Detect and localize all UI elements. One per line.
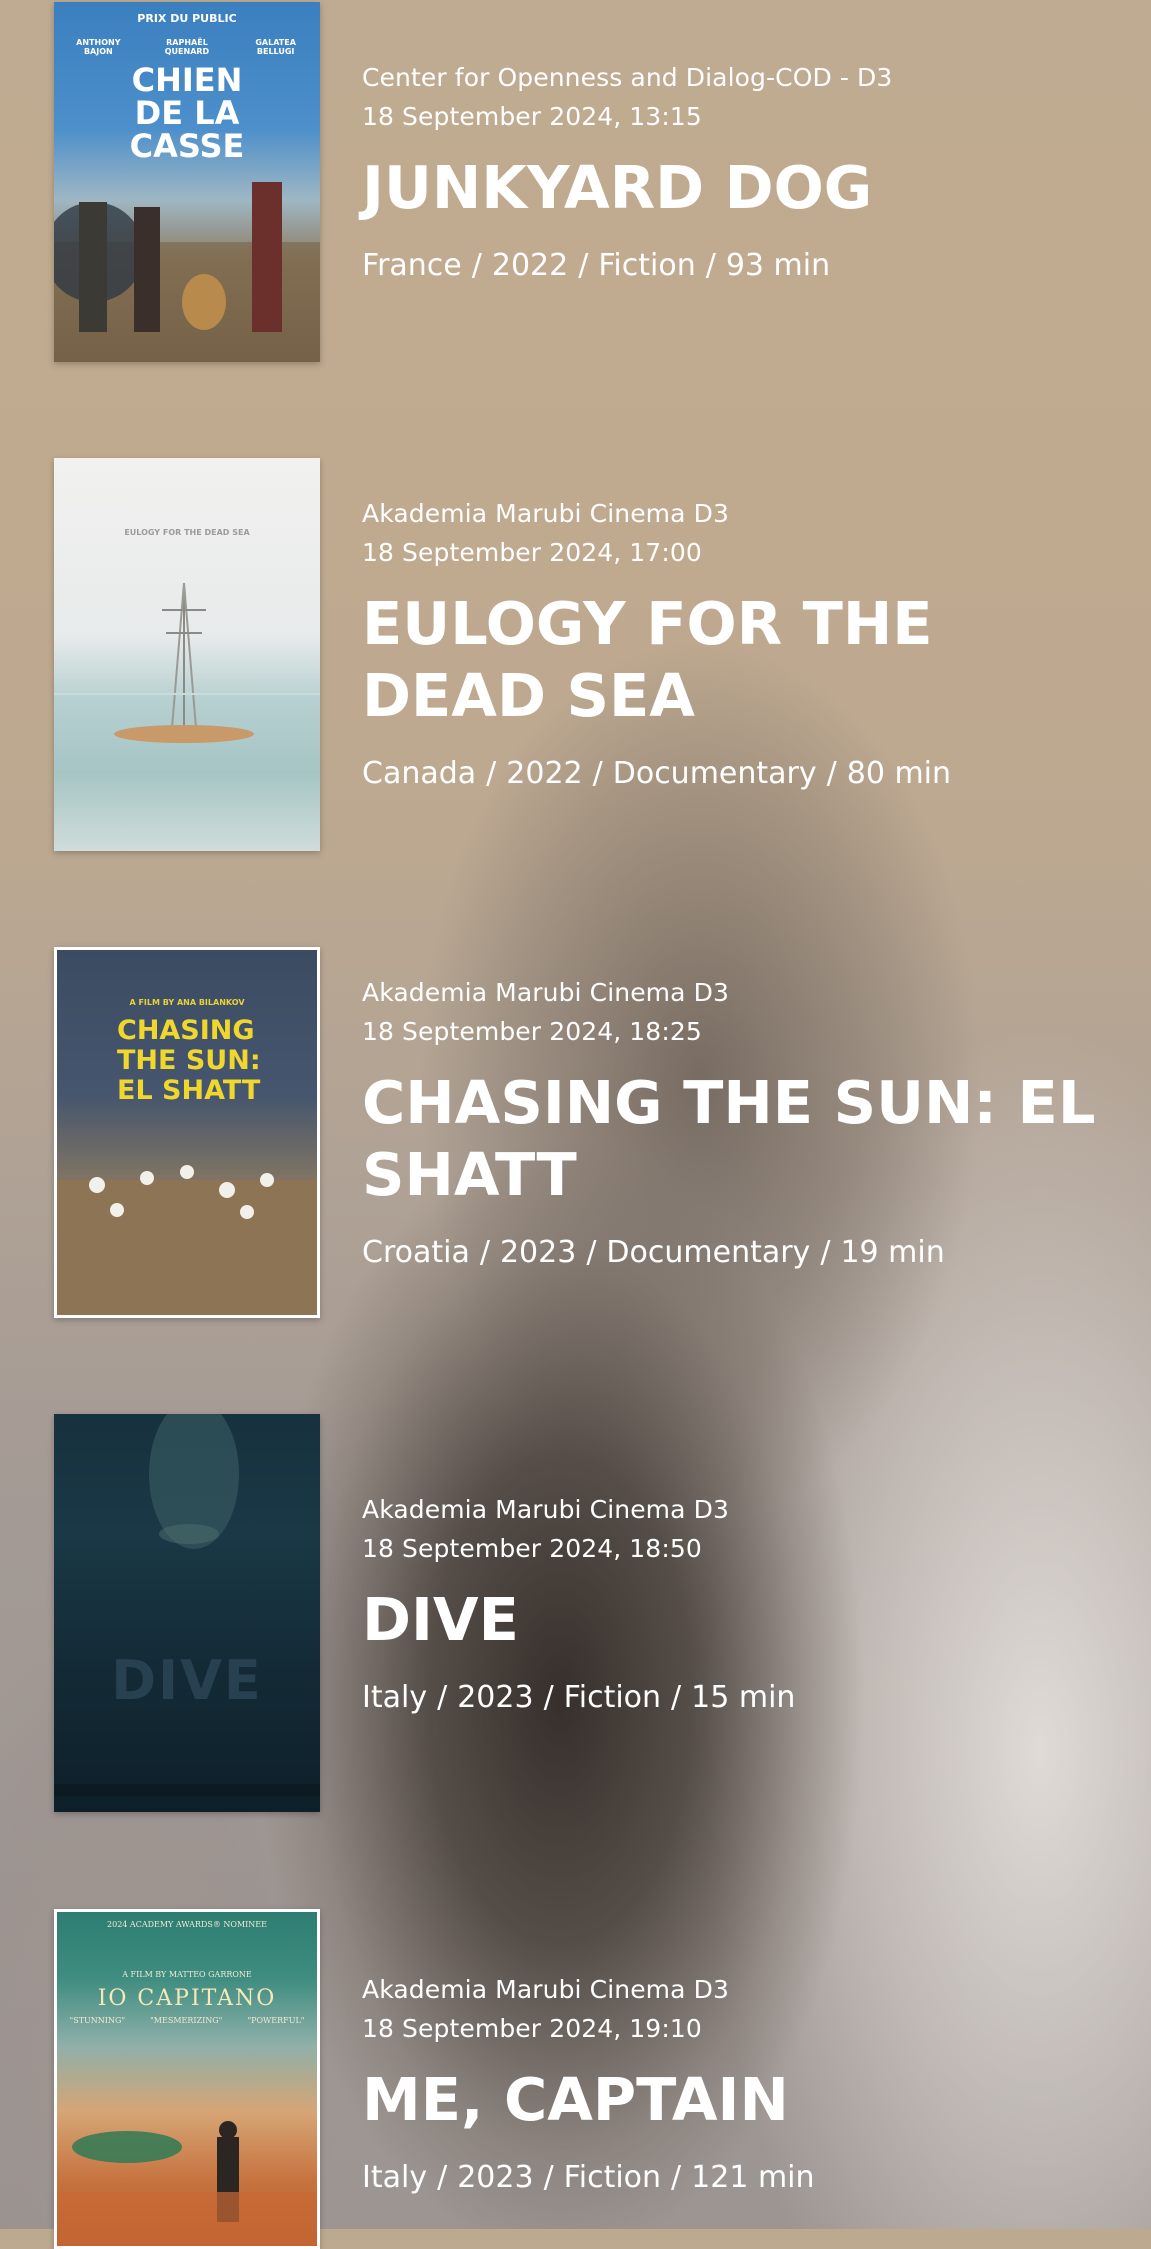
poster-quotes: "STUNNING" "MESMERIZING" "POWERFUL" — [57, 2016, 317, 2025]
film-duration: 121 min — [691, 2160, 815, 2195]
poster-art — [54, 582, 320, 743]
meta-separator: / — [437, 2160, 448, 2195]
film-meta: Italy / 2023 / Fiction / 121 min — [362, 2158, 1122, 2198]
meta-separator: / — [826, 756, 837, 791]
film-duration: 93 min — [725, 248, 831, 283]
film-datetime: 18 September 2024, 18:50 — [362, 1534, 702, 1563]
film-title[interactable]: DIVE — [362, 1584, 1122, 1656]
film-venue: Akademia Marubi Cinema D3 — [362, 1975, 729, 2004]
film-country: Italy — [362, 2160, 428, 2195]
film-duration: 15 min — [691, 1680, 796, 1715]
film-datetime: 18 September 2024, 17:00 — [362, 538, 702, 567]
poster-badge: PRIX DU PUBLIC — [137, 12, 237, 25]
film-title[interactable]: JUNKYARD DOG — [362, 152, 1122, 224]
poster-director: A FILM BY MATTEO GARRONE — [122, 1970, 252, 1979]
film-poster[interactable]: A FILM BY ANA BILANKOV CHASING THE SUN: … — [54, 947, 320, 1318]
film-poster[interactable]: DIVE — [54, 1414, 320, 1812]
film-title[interactable]: ME, CAPTAIN — [362, 2064, 1122, 2136]
poster-cast-name: ANTHONY BAJON — [76, 38, 121, 56]
poster-art — [54, 1414, 320, 1796]
poster-award: 2024 ACADEMY AWARDS® NOMINEE — [107, 1920, 267, 1929]
poster-quote: "STUNNING" — [69, 2016, 126, 2025]
poster-tagline: A FILM BY ANA BILANKOV — [129, 998, 245, 1007]
film-poster[interactable]: PRIX DU PUBLIC ANTHONY BAJON RAPHAËL QUE… — [54, 2, 320, 362]
film-meta: France / 2022 / Fiction / 93 min — [362, 246, 1122, 286]
poster-title: IO CAPITANO — [97, 1986, 277, 2011]
film-country: Croatia — [362, 1235, 470, 1270]
poster-cast: ANTHONY BAJON RAPHAËL QUENARD GALATEA BE… — [54, 38, 320, 56]
poster-title: DIVE — [111, 1649, 263, 1712]
poster-quote: "POWERFUL" — [247, 2016, 305, 2025]
poster-title: CHASING THE SUN: EL SHATT — [117, 1016, 261, 1106]
poster-cast-name: GALATEA BELLUGI — [255, 38, 296, 56]
film-year: 2023 — [457, 2160, 534, 2195]
film-country: France — [362, 248, 462, 283]
film-datetime: 18 September 2024, 13:15 — [362, 102, 702, 131]
poster-title-line: THE SUN: — [117, 1045, 261, 1076]
film-datetime: 18 September 2024, 18:25 — [362, 1017, 702, 1046]
meta-separator: / — [578, 248, 589, 283]
poster-quote: "MESMERIZING" — [150, 2016, 223, 2025]
film-genre: Fiction — [563, 2160, 662, 2195]
poster-art — [57, 2121, 317, 2246]
film-year: 2022 — [491, 248, 569, 283]
poster-art — [54, 182, 320, 362]
film-country: Canada — [362, 756, 477, 791]
film-title[interactable]: EULOGY FOR THE DEAD SEA — [362, 588, 1122, 732]
film-venue: Akademia Marubi Cinema D3 — [362, 978, 729, 1007]
film-meta: Italy / 2023 / Fiction / 15 min — [362, 1678, 1122, 1718]
film-meta: Croatia / 2023 / Documentary / 19 min — [362, 1233, 1122, 1273]
poster-title-line: DE LA — [134, 94, 240, 132]
poster-title-line: CHASING — [117, 1015, 255, 1046]
poster-title-line: EL SHATT — [117, 1075, 261, 1106]
meta-separator: / — [592, 756, 603, 791]
meta-separator: / — [471, 248, 482, 283]
meta-separator: / — [543, 1680, 554, 1715]
film-venue: Center for Openness and Dialog-COD - D3 — [362, 63, 893, 92]
film-duration: 19 min — [840, 1235, 945, 1270]
film-year: 2022 — [506, 756, 583, 791]
film-duration: 80 min — [846, 756, 952, 791]
film-info: Akademia Marubi Cinema D3 18 September 2… — [362, 1490, 1122, 1718]
film-venue: Akademia Marubi Cinema D3 — [362, 499, 729, 528]
meta-separator: / — [820, 1235, 831, 1270]
film-country: Italy — [362, 1680, 428, 1715]
film-datetime: 18 September 2024, 19:10 — [362, 2014, 702, 2043]
meta-separator: / — [586, 1235, 597, 1270]
film-genre: Documentary — [612, 756, 817, 791]
meta-separator: / — [671, 2160, 682, 2195]
film-venue: Akademia Marubi Cinema D3 — [362, 1495, 729, 1524]
meta-separator: / — [437, 1680, 448, 1715]
film-poster[interactable]: 2024 ACADEMY AWARDS® NOMINEE A FILM BY M… — [54, 1909, 320, 2249]
film-title[interactable]: CHASING THE SUN: EL SHATT — [362, 1067, 1122, 1211]
film-genre: Fiction — [563, 1680, 662, 1715]
film-year: 2023 — [499, 1235, 577, 1270]
film-info: Akademia Marubi Cinema D3 18 September 2… — [362, 1970, 1122, 2198]
poster-title-line: CASSE — [129, 127, 245, 165]
film-info: Akademia Marubi Cinema D3 18 September 2… — [362, 973, 1122, 1273]
film-poster[interactable]: EULOGY FOR THE DEAD SEA — [54, 458, 320, 851]
film-info: Center for Openness and Dialog-COD - D3 … — [362, 58, 1122, 286]
poster-title: EULOGY FOR THE DEAD SEA — [124, 528, 250, 537]
poster-title: CHIEN DE LA CASSE — [54, 64, 320, 163]
film-meta: Canada / 2022 / Documentary / 80 min — [362, 754, 1122, 794]
meta-separator: / — [486, 756, 497, 791]
meta-separator: / — [671, 1680, 682, 1715]
poster-title-line: CHIEN — [131, 61, 243, 99]
meta-separator: / — [705, 248, 716, 283]
meta-separator: / — [479, 1235, 490, 1270]
film-info: Akademia Marubi Cinema D3 18 September 2… — [362, 494, 1122, 794]
film-schedule-list: PRIX DU PUBLIC ANTHONY BAJON RAPHAËL QUE… — [0, 0, 1151, 2249]
poster-cast-name: RAPHAËL QUENARD — [164, 38, 210, 56]
film-genre: Fiction — [598, 248, 696, 283]
meta-separator: / — [543, 2160, 554, 2195]
film-genre: Documentary — [606, 1235, 811, 1270]
film-year: 2023 — [457, 1680, 534, 1715]
